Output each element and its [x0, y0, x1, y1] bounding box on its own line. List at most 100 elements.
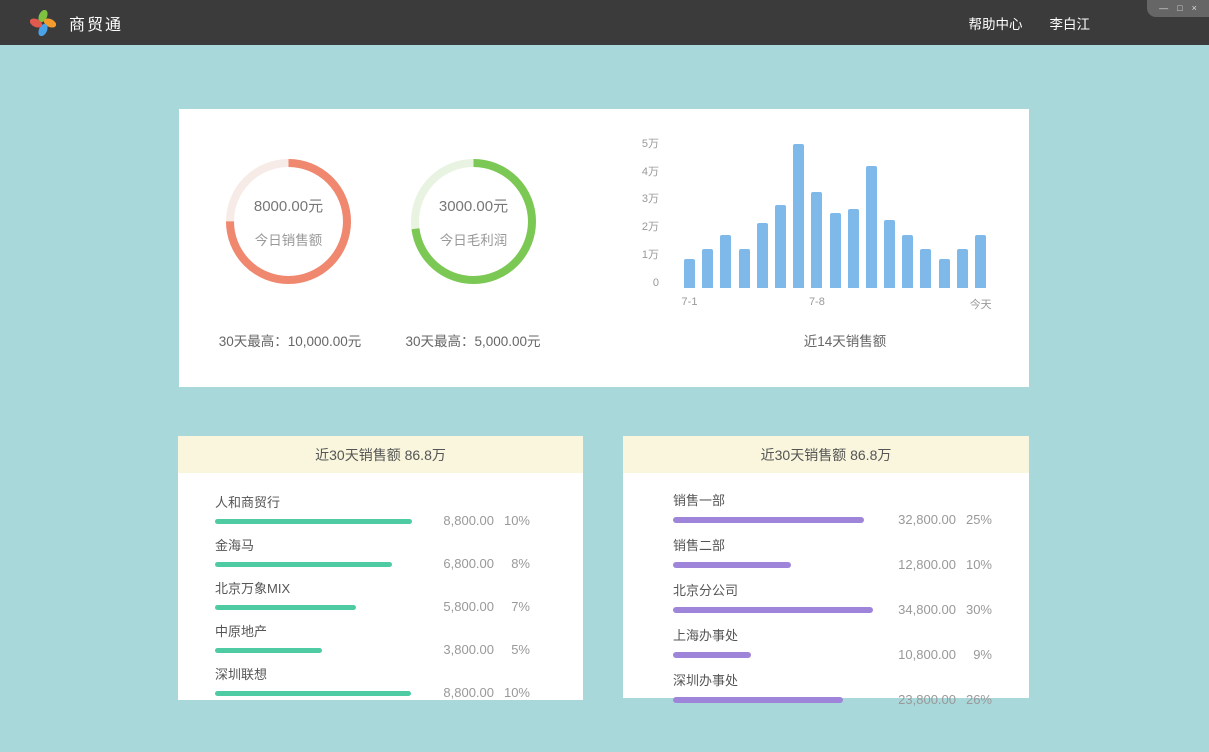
sales-30d-max: 30天最高：10,000.00元: [219, 330, 362, 350]
titlebar: 商贸通 帮助中心 李白江 — □ ×: [0, 0, 1209, 45]
item-values: 12,800.0010%: [890, 557, 992, 572]
item-info: 北京万象MIX: [215, 578, 428, 610]
item-values: 5,800.007%: [428, 599, 530, 614]
department-row: 销售一部32,800.0025%: [673, 490, 992, 523]
item-info: 金海马: [215, 535, 428, 567]
help-center-link[interactable]: 帮助中心: [969, 13, 1023, 33]
progress-bar: [215, 691, 411, 696]
chart-bar: [957, 249, 968, 288]
amount-value: 8,800.00: [428, 513, 494, 528]
item-values: 10,800.009%: [890, 647, 992, 662]
chart-bar: [939, 259, 950, 288]
item-info: 中原地产: [215, 621, 428, 653]
item-values: 8,800.0010%: [428, 685, 530, 700]
today-sales-donut: 8000.00元 今日销售额: [226, 159, 351, 284]
item-name: 人和商贸行: [215, 492, 428, 511]
customer-row: 金海马6,800.008%: [215, 535, 530, 567]
customer-row: 深圳联想8,800.0010%: [215, 664, 530, 696]
department-list: 销售一部32,800.0025%销售二部12,800.0010%北京分公司34,…: [623, 473, 1029, 703]
progress-bar: [215, 519, 412, 524]
chart-bar: [684, 259, 695, 288]
item-values: 34,800.0030%: [890, 602, 992, 617]
chart-bar: [975, 235, 986, 288]
progress-bar: [215, 648, 322, 653]
app-window: 商贸通 帮助中心 李白江 — □ × 8000.00元 今日销售额: [0, 0, 1209, 752]
item-name: 中原地产: [215, 621, 428, 640]
chart-bar: [830, 213, 841, 288]
progress-bar: [215, 562, 392, 567]
today-sales-value: 8000.00元: [254, 195, 323, 216]
today-profit-donut: 3000.00元 今日毛利润: [411, 159, 536, 284]
percent-value: 7%: [494, 599, 530, 614]
chart-bar: [757, 223, 768, 288]
donut-text: 3000.00元 今日毛利润: [411, 159, 536, 284]
pinwheel-logo-icon: [30, 10, 56, 36]
item-name: 北京万象MIX: [215, 578, 428, 597]
user-name[interactable]: 李白江: [1050, 13, 1091, 33]
summary-card: 8000.00元 今日销售额 3000.00元 今日毛利润 30天最高：10,0…: [179, 109, 1029, 387]
item-name: 北京分公司: [673, 580, 890, 599]
amount-value: 5,800.00: [428, 599, 494, 614]
today-profit-label: 今日毛利润: [440, 229, 508, 249]
department-row: 北京分公司34,800.0030%: [673, 580, 992, 613]
chart-bar: [902, 235, 913, 288]
x-axis-label: 7-8: [787, 296, 847, 308]
customer-row: 北京万象MIX5,800.007%: [215, 578, 530, 610]
amount-value: 8,800.00: [428, 685, 494, 700]
item-values: 32,800.0025%: [890, 512, 992, 527]
percent-value: 8%: [494, 556, 530, 571]
customer-list: 人和商贸行8,800.0010%金海马6,800.008%北京万象MIX5,80…: [178, 473, 583, 696]
donut-text: 8000.00元 今日销售额: [226, 159, 351, 284]
amount-value: 10,800.00: [890, 647, 956, 662]
item-name: 深圳联想: [215, 664, 428, 683]
y-axis-label: 0: [609, 276, 659, 290]
profit-30d-max: 30天最高：5,000.00元: [405, 330, 540, 350]
item-info: 北京分公司: [673, 580, 890, 613]
amount-value: 34,800.00: [890, 602, 956, 617]
departments-card-header: 近30天销售额 86.8万: [623, 436, 1029, 473]
percent-value: 25%: [956, 512, 992, 527]
progress-bar: [673, 607, 873, 613]
item-info: 深圳联想: [215, 664, 428, 696]
dashboard: 8000.00元 今日销售额 3000.00元 今日毛利润 30天最高：10,0…: [0, 45, 1209, 752]
y-axis-label: 4万: [609, 165, 659, 179]
chart-bar: [811, 192, 822, 288]
close-button[interactable]: ×: [1192, 4, 1197, 13]
y-axis-label: 1万: [609, 248, 659, 262]
chart-bar: [920, 249, 931, 288]
item-name: 上海办事处: [673, 625, 890, 644]
item-info: 深圳办事处: [673, 670, 890, 703]
chart-bar: [884, 220, 895, 288]
amount-value: 6,800.00: [428, 556, 494, 571]
percent-value: 30%: [956, 602, 992, 617]
bar-chart: [684, 144, 993, 288]
minimize-button[interactable]: —: [1159, 4, 1168, 13]
maximize-button[interactable]: □: [1177, 4, 1182, 13]
item-name: 深圳办事处: [673, 670, 890, 689]
percent-value: 9%: [956, 647, 992, 662]
department-row: 上海办事处10,800.009%: [673, 625, 992, 658]
chart-bar: [848, 209, 859, 288]
progress-bar: [673, 562, 791, 568]
chart-bar: [739, 249, 750, 288]
chart-bar: [720, 235, 731, 288]
item-info: 销售二部: [673, 535, 890, 568]
item-info: 上海办事处: [673, 625, 890, 658]
item-name: 销售一部: [673, 490, 890, 509]
item-values: 8,800.0010%: [428, 513, 530, 528]
chart-bar: [775, 205, 786, 288]
amount-value: 3,800.00: [428, 642, 494, 657]
percent-value: 10%: [494, 685, 530, 700]
item-info: 人和商贸行: [215, 492, 428, 524]
progress-bar: [673, 697, 843, 703]
percent-value: 26%: [956, 692, 992, 707]
x-axis-label: 7-1: [660, 296, 720, 308]
bar-chart-title: 近14天销售额: [804, 330, 887, 350]
chart-bar: [866, 166, 877, 288]
percent-value: 5%: [494, 642, 530, 657]
today-profit-value: 3000.00元: [439, 195, 508, 216]
item-values: 3,800.005%: [428, 642, 530, 657]
amount-value: 32,800.00: [890, 512, 956, 527]
y-axis-label: 2万: [609, 220, 659, 234]
item-name: 销售二部: [673, 535, 890, 554]
